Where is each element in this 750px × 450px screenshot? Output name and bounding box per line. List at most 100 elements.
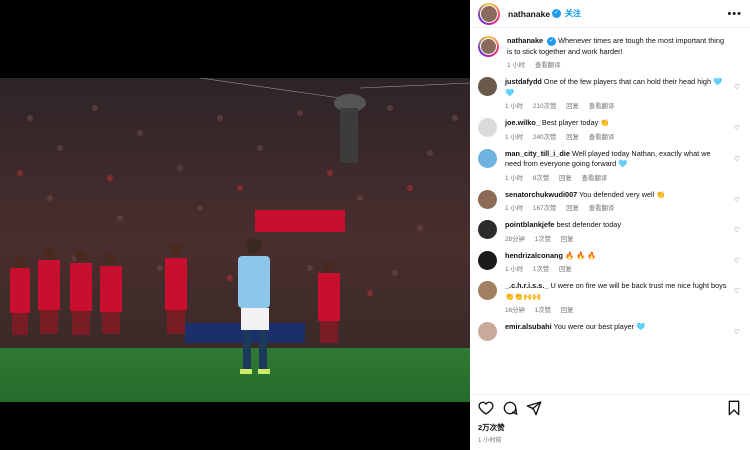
share-icon[interactable]	[526, 400, 542, 416]
more-options-button[interactable]: •••	[727, 8, 742, 20]
translate-link[interactable]: 查看翻译	[589, 205, 615, 212]
reply-button[interactable]: 回复	[559, 266, 572, 273]
caption-meta: 1 小时 查看翻译	[507, 60, 728, 69]
avatar[interactable]	[478, 250, 497, 270]
comment-text: senatorchukwudi007 You defended very wel…	[505, 190, 728, 201]
avatar[interactable]	[478, 281, 497, 300]
comment-meta: 1 小时 240次赞 回复 查看翻译	[505, 132, 728, 141]
avatar[interactable]	[478, 148, 497, 168]
comment-meta: 1 小时 210次赞 回复 查看翻译	[505, 101, 728, 110]
comment-time: 16分钟	[505, 307, 525, 314]
heart-icon[interactable]: ♡	[734, 124, 740, 132]
comment-likes[interactable]: 210次赞	[533, 103, 556, 110]
comment-username[interactable]: man_city_till_i_die	[505, 149, 570, 158]
comment-meta: 1 小时 167次赞 回复 查看翻译	[505, 203, 728, 212]
author-username[interactable]: nathanake	[508, 9, 550, 19]
verified-icon: ✓	[552, 9, 562, 18]
comment-username[interactable]: pointblankjefe	[505, 220, 554, 229]
comment-likes[interactable]: 1次赞	[535, 307, 551, 314]
comment-body: best defender today	[556, 220, 622, 229]
caption: nathanake ✓ Whenever times are tough the…	[478, 36, 742, 69]
avatar[interactable]	[478, 220, 497, 239]
comment-item: hendrizalconang 🔥 🔥 🔥 1 小时 1次赞 回复 ♡	[478, 250, 742, 273]
caption-time: 1 小时	[507, 62, 526, 69]
verified-icon: ✓	[547, 36, 557, 46]
comment-username[interactable]: joe.wilko_	[505, 118, 540, 127]
reply-button[interactable]: 回复	[566, 205, 579, 212]
comment-text: emir.alsubahi You were our best player 🩵	[505, 322, 728, 333]
comment-icon[interactable]	[502, 400, 518, 416]
reply-button[interactable]: 回复	[566, 103, 579, 110]
heart-icon[interactable]: ♡	[734, 328, 740, 336]
comment-body: You were our best player 🩵	[553, 322, 646, 331]
translate-link[interactable]: 查看翻译	[589, 134, 615, 141]
translate-link[interactable]: 查看翻译	[582, 175, 608, 182]
comment-time: 28分钟	[505, 235, 525, 243]
comment-text: pointblankjefe best defender today	[505, 220, 728, 231]
reply-button[interactable]: 回复	[561, 236, 574, 243]
comment-meta: 1 小时 1次赞 回复	[505, 264, 728, 273]
caption-username[interactable]: nathanake	[507, 36, 543, 45]
comment-body: Best player today 👏	[541, 118, 610, 127]
comment-likes[interactable]: 167次赞	[533, 205, 556, 212]
reply-button[interactable]: 回复	[559, 175, 572, 182]
comment-item: justdafydd One of the few players that c…	[478, 77, 742, 110]
comment-meta	[505, 336, 728, 343]
comment-time: 1 小时	[505, 133, 524, 141]
stadium-photo	[0, 78, 470, 402]
comment-likes[interactable]: 1次赞	[535, 236, 551, 243]
comment-likes[interactable]: 8次赞	[533, 175, 549, 182]
comments-list: nathanake ✓ Whenever times are tough the…	[470, 28, 750, 394]
heart-icon[interactable]	[478, 400, 494, 416]
avatar[interactable]	[478, 77, 497, 96]
comment-text: justdafydd One of the few players that c…	[505, 77, 728, 98]
comment-body: 🔥 🔥 🔥	[565, 250, 597, 260]
post-media	[0, 0, 470, 450]
heart-icon[interactable]: ♡	[734, 257, 740, 265]
translate-link[interactable]: 查看翻译	[589, 103, 615, 110]
comment-username[interactable]: hendrizalconang	[505, 251, 563, 260]
comment-time: 1 小时	[505, 266, 524, 273]
comment-username[interactable]: emir.alsubahi	[505, 322, 552, 331]
comment-username[interactable]: justdafydd	[505, 77, 542, 86]
post-panel: nathanake ✓ 关注 ••• nathanake ✓ Whenever …	[470, 0, 750, 450]
comment-time: 1 小时	[505, 174, 524, 182]
comment-item: pointblankjefe best defender today 28分钟 …	[478, 220, 742, 243]
comment-time: 1 小时	[505, 103, 524, 110]
avatar[interactable]	[478, 322, 497, 341]
avatar[interactable]	[478, 118, 497, 137]
reply-button[interactable]: 回复	[561, 307, 574, 314]
comment-item: _.c.h.r.i.s.s._ U were on fire we will b…	[478, 281, 742, 314]
bookmark-icon[interactable]	[726, 400, 742, 416]
avatar[interactable]	[478, 2, 500, 25]
reply-button[interactable]: 回复	[566, 134, 579, 141]
comment-username[interactable]: senatorchukwudi007	[505, 190, 577, 199]
avatar[interactable]	[478, 189, 497, 209]
comment-text: hendrizalconang 🔥 🔥 🔥	[505, 251, 728, 262]
comment-item: senatorchukwudi007 You defended very wel…	[478, 189, 742, 212]
heart-icon[interactable]: ♡	[734, 196, 740, 204]
follow-button[interactable]: 关注	[565, 8, 581, 19]
caption-text: nathanake ✓ Whenever times are tough the…	[507, 36, 728, 57]
translate-link[interactable]: 查看翻译	[535, 62, 561, 69]
comment-text: _.c.h.r.i.s.s._ U were on fire we will b…	[505, 281, 728, 302]
post-header: nathanake ✓ 关注 •••	[470, 0, 750, 28]
comment-meta: 16分钟 1次赞 回复	[505, 305, 728, 314]
comment-likes[interactable]: 240次赞	[533, 134, 556, 141]
comment-item: emir.alsubahi You were our best player 🩵…	[478, 322, 742, 343]
heart-icon[interactable]: ♡	[734, 287, 740, 295]
heart-icon[interactable]: ♡	[734, 226, 740, 234]
comment-text: man_city_till_i_die Well played today Na…	[505, 149, 728, 170]
comment-body: You defended very well 👏	[579, 189, 666, 199]
heart-icon[interactable]: ♡	[734, 83, 740, 91]
comment-item: joe.wilko_ Best player today 👏 1 小时 240次…	[478, 118, 742, 141]
comment-likes[interactable]: 1次赞	[533, 266, 549, 273]
comment-username[interactable]: _.c.h.r.i.s.s._	[505, 281, 548, 290]
post-photo[interactable]	[0, 78, 470, 402]
likes-count[interactable]: 2万次赞	[470, 420, 750, 435]
avatar[interactable]	[478, 36, 499, 57]
heart-icon[interactable]: ♡	[734, 155, 740, 163]
comment-meta: 28分钟 1次赞 回复	[505, 234, 728, 243]
action-bar	[470, 394, 750, 420]
comment-meta: 1 小时 8次赞 回复 查看翻译	[505, 173, 728, 182]
